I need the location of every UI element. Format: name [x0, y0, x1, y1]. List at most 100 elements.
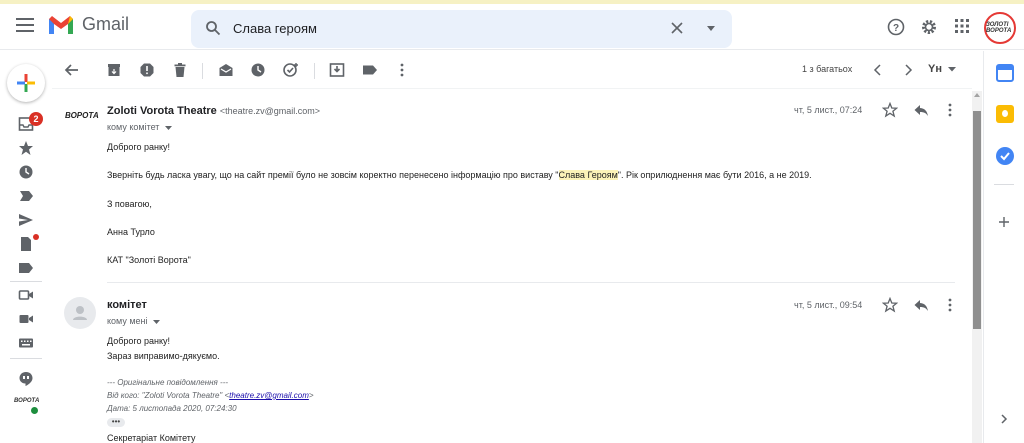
quoted-date-line: Дата: 5 листопада 2020, 07:24:30 — [107, 404, 237, 413]
quoted-header: --- Оригінальне повідомлення --- — [107, 378, 229, 387]
keep-icon[interactable] — [996, 105, 1014, 123]
main-menu-icon[interactable] — [16, 18, 34, 32]
message-greeting: Доброго ранку! — [107, 336, 170, 346]
labels-icon[interactable] — [362, 62, 378, 78]
sent-icon[interactable] — [18, 212, 34, 228]
signature-name: Анна Турло — [107, 227, 155, 237]
chevron-down-icon — [153, 319, 161, 324]
snoozed-icon[interactable] — [18, 164, 34, 180]
message-more-icon[interactable] — [942, 102, 958, 118]
archive-icon[interactable] — [106, 62, 122, 78]
scrollbar-thumb[interactable] — [973, 111, 981, 329]
default-person-icon — [73, 306, 87, 320]
snooze-icon[interactable] — [250, 62, 266, 78]
svg-text:?: ? — [893, 23, 899, 34]
paragraph-text-before: Зверніть будь ласка увагу, що на сайт пр… — [107, 170, 559, 180]
sender-name: комітет — [107, 299, 147, 311]
scroll-up-arrow-icon[interactable] — [974, 93, 980, 97]
quoted-from-end: > — [308, 391, 314, 400]
header: Gmail Слава героям ? ЗОЛОТІ ВОРОТА — [0, 4, 1024, 50]
sender-name: Zoloti Vorota Theatre — [107, 105, 217, 117]
star-icon[interactable] — [882, 297, 898, 313]
mark-unread-icon[interactable] — [218, 62, 234, 78]
get-addons-plus-icon[interactable] — [998, 216, 1010, 228]
signature-org: КАТ "Золоті Ворота" — [107, 255, 191, 265]
join-meeting-icon[interactable] — [18, 311, 34, 327]
side-panel-divider — [994, 184, 1014, 185]
drafts-icon[interactable] — [18, 236, 34, 252]
search-options-icon[interactable] — [706, 26, 716, 32]
recipients-label: кому комітет — [107, 122, 160, 132]
reply-icon[interactable] — [913, 102, 929, 118]
pagination-label: 1 з багатьох — [802, 64, 853, 74]
toolbar-divider — [202, 63, 203, 79]
conversation-scrollbar[interactable] — [972, 91, 982, 443]
older-chevron-icon[interactable] — [902, 63, 914, 77]
hangouts-icon[interactable] — [18, 371, 34, 387]
sender-avatar[interactable]: ВОРОТА — [64, 100, 99, 132]
rail-divider — [10, 281, 42, 282]
settings-icon[interactable] — [920, 18, 938, 36]
label-icon[interactable] — [18, 260, 34, 276]
report-spam-icon[interactable] — [139, 62, 155, 78]
important-icon[interactable] — [18, 188, 34, 204]
message-sender[interactable]: комітет — [107, 299, 147, 311]
account-avatar[interactable]: ЗОЛОТІ ВОРОТА — [984, 12, 1016, 44]
message-toolbar: 1 з багатьох Yн — [52, 51, 972, 89]
add-to-tasks-icon[interactable] — [283, 62, 299, 78]
sender-avatar[interactable] — [64, 297, 96, 329]
newer-chevron-icon[interactable] — [872, 63, 884, 77]
search-input[interactable]: Слава героям — [233, 21, 317, 36]
show-trimmed-content-button[interactable]: ••• — [107, 418, 125, 427]
sender-logo-text: ВОРОТА — [65, 111, 99, 120]
sender-email: <theatre.zv@gmail.com> — [219, 106, 321, 116]
quoted-from-line: Від кого: "Zoloti Vorota Theatre" <theat… — [107, 391, 314, 400]
recipients-dropdown[interactable]: кому комітет — [107, 122, 172, 132]
message-divider — [107, 282, 955, 283]
toolbar-divider — [314, 63, 315, 79]
drafts-indicator — [33, 234, 39, 240]
search-highlight: Слава Героям — [558, 170, 618, 180]
recipients-label: кому мені — [107, 316, 148, 326]
reply-icon[interactable] — [913, 297, 929, 313]
tasks-icon[interactable] — [996, 147, 1014, 165]
search-icon[interactable] — [205, 20, 221, 36]
message-greeting: Доброго ранку! — [107, 142, 170, 152]
back-arrow-icon[interactable] — [64, 62, 80, 78]
plus-icon — [17, 74, 35, 92]
starred-icon[interactable] — [18, 140, 34, 156]
checkmark-icon — [1000, 152, 1010, 161]
search-bar[interactable]: Слава героям — [191, 10, 732, 48]
left-rail: 2 ВОРОТА — [0, 51, 52, 443]
app-name: Gmail — [82, 14, 130, 34]
message-paragraph: Зверніть будь ласка увагу, що на сайт пр… — [107, 170, 812, 180]
input-language-selector[interactable]: Yн — [928, 63, 942, 75]
message-more-icon[interactable] — [942, 297, 958, 313]
inbox-unread-badge: 2 — [29, 112, 43, 126]
message-date: чт, 5 лист., 09:54 — [794, 300, 863, 310]
apps-grid-icon[interactable] — [954, 18, 970, 34]
delete-icon[interactable] — [172, 62, 188, 78]
calendar-icon[interactable] — [996, 64, 1014, 82]
side-panel — [983, 51, 1024, 443]
gmail-logo[interactable]: Gmail — [48, 14, 129, 35]
hangouts-contact-avatar[interactable]: ВОРОТА — [14, 394, 39, 414]
message-sender[interactable]: Zoloti Vorota Theatre <theatre.zv@gmail.… — [107, 105, 320, 117]
new-meeting-icon[interactable] — [18, 287, 34, 303]
quoted-from-label: Від кого: "Zoloti Vorota Theatre" < — [107, 391, 230, 400]
compose-button[interactable] — [7, 64, 45, 102]
quoted-from-email-link[interactable]: theatre.zv@gmail.com — [229, 391, 309, 400]
chevron-down-icon[interactable] — [948, 67, 956, 72]
paragraph-text-after: ". Рік оприлюднення має бути 2016, а не … — [617, 170, 812, 180]
star-icon[interactable] — [882, 102, 898, 118]
move-to-icon[interactable] — [329, 62, 345, 78]
keyboard-icon[interactable] — [18, 335, 34, 351]
message-reply-text: Зараз виправимо-дякуємо. — [107, 351, 220, 361]
conversation-view: ВОРОТА Zoloti Vorota Theatre <theatre.zv… — [52, 90, 972, 443]
show-side-panel-chevron-icon[interactable] — [999, 413, 1009, 425]
help-icon[interactable]: ? — [887, 18, 905, 36]
gmail-m-icon — [49, 15, 73, 34]
more-options-icon[interactable] — [394, 62, 410, 78]
recipients-dropdown[interactable]: кому мені — [107, 316, 161, 326]
clear-search-icon[interactable] — [669, 20, 685, 36]
